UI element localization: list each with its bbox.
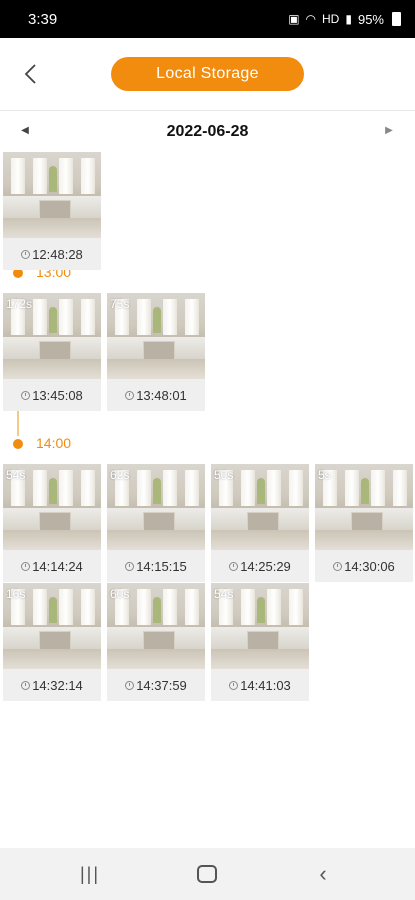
clip-thumbnail: 54s <box>211 583 309 669</box>
clip-time-label: 13:45:08 <box>32 387 83 403</box>
clip-time-label: 12:48:28 <box>32 246 83 262</box>
system-back-button[interactable]: ‹ <box>303 860 343 888</box>
next-day-button[interactable]: ▶ <box>380 121 398 139</box>
clip-time-label: 14:32:14 <box>32 677 83 693</box>
clock-icon <box>125 390 135 400</box>
clip-time: 14:25:29 <box>211 550 309 582</box>
triangle-right-icon: ▶ <box>385 124 393 136</box>
chevron-left-icon <box>24 64 36 84</box>
date-label: 2022-06-28 <box>166 123 249 140</box>
clock-icon <box>333 561 343 571</box>
clip-time: 14:37:59 <box>107 669 205 701</box>
page-title: Local Storage <box>111 57 304 91</box>
video-clip[interactable]: 16s 14:32:14 <box>3 583 101 701</box>
clock-icon <box>125 561 135 571</box>
clip-time: 14:30:06 <box>315 550 413 582</box>
clip-duration: 5s <box>318 468 331 482</box>
clip-time-label: 14:15:15 <box>136 558 187 574</box>
wifi-icon: ◠ <box>305 12 317 26</box>
clip-thumbnail: 54s <box>3 464 101 550</box>
clock-icon <box>229 680 239 690</box>
clip-thumbnail: 60s <box>107 583 205 669</box>
clip-time: 13:48:01 <box>107 379 205 411</box>
clip-thumbnail: 172s <box>3 293 101 379</box>
network-label: HD <box>322 12 340 26</box>
battery-percent: 95% <box>357 11 384 27</box>
clip-duration: 62s <box>110 468 130 482</box>
battery-icon <box>392 12 401 26</box>
recents-icon: ||| <box>79 863 101 884</box>
clip-thumbnail: 75s <box>107 293 205 379</box>
clip-thumbnail: 50s <box>211 464 309 550</box>
video-clip[interactable]: 75s 13:48:01 <box>107 293 205 411</box>
clip-thumbnail: 62s <box>107 464 205 550</box>
clip-duration: 50s <box>214 468 234 482</box>
video-clip[interactable]: 5s 14:30:06 <box>315 464 413 582</box>
video-clip[interactable]: 62s 14:15:15 <box>107 464 205 582</box>
clip-thumbnail <box>3 152 101 238</box>
clip-time-label: 14:25:29 <box>240 558 291 574</box>
clip-duration: 172s <box>6 297 33 311</box>
clip-time: 12:48:28 <box>3 238 101 270</box>
timeline-dot <box>13 439 23 449</box>
clip-time: 14:41:03 <box>211 669 309 701</box>
clip-duration: 54s <box>6 468 26 482</box>
timeline-line <box>17 410 19 436</box>
lock-icon: ▣ <box>288 12 300 26</box>
clock-icon <box>21 249 31 259</box>
status-icons: ▣ ◠ HD ▮ 95% <box>288 12 401 27</box>
hour-label: 14:00 <box>36 435 72 451</box>
header: Local Storage <box>0 38 415 111</box>
video-clip[interactable]: 54s 14:41:03 <box>211 583 309 701</box>
clip-duration: 54s <box>214 587 234 601</box>
clock-icon <box>125 680 135 690</box>
clock-icon <box>21 680 31 690</box>
clock-icon <box>21 561 31 571</box>
clip-time: 13:45:08 <box>3 379 101 411</box>
home-icon <box>197 865 217 883</box>
video-clip[interactable]: 54s 14:14:24 <box>3 464 101 582</box>
clip-time: 14:32:14 <box>3 669 101 701</box>
clip-time: 14:15:15 <box>107 550 205 582</box>
clip-duration: 60s <box>110 587 130 601</box>
status-time: 3:39 <box>28 10 58 28</box>
home-button[interactable] <box>187 860 227 888</box>
video-clip[interactable]: 172s 13:45:08 <box>3 293 101 411</box>
clip-duration: 75s <box>110 297 130 311</box>
clock-icon <box>229 561 239 571</box>
video-clip[interactable]: 12:48:28 <box>3 152 101 270</box>
recents-button[interactable]: ||| <box>70 860 110 888</box>
clip-time-label: 14:37:59 <box>136 677 187 693</box>
clock-icon <box>21 390 31 400</box>
clip-time-label: 14:41:03 <box>240 677 291 693</box>
clip-time-label: 14:14:24 <box>32 558 83 574</box>
signal-icon: ▮ <box>345 12 352 26</box>
video-clip[interactable]: 60s 14:37:59 <box>107 583 205 701</box>
back-icon: ‹ <box>319 861 327 886</box>
date-bar: ◀ 2022-06-28 ▶ <box>0 111 415 149</box>
clip-thumbnail: 16s <box>3 583 101 669</box>
clip-time: 14:14:24 <box>3 550 101 582</box>
clip-time-label: 13:48:01 <box>136 387 187 403</box>
clip-duration: 16s <box>6 587 26 601</box>
back-button[interactable] <box>16 58 44 90</box>
video-clip[interactable]: 50s 14:25:29 <box>211 464 309 582</box>
system-nav-bar: ||| ‹ <box>0 848 415 900</box>
status-bar: 3:39 ▣ ◠ HD ▮ 95% <box>0 0 415 38</box>
clip-thumbnail: 5s <box>315 464 413 550</box>
clip-time-label: 14:30:06 <box>344 558 395 574</box>
